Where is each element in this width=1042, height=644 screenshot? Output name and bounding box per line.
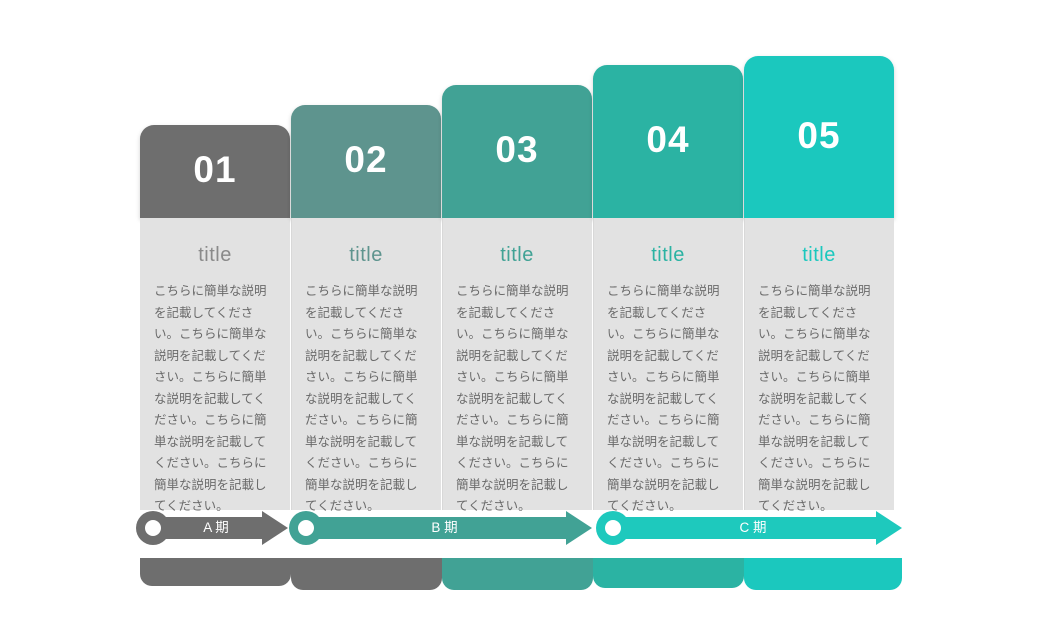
step-number-2: 02 — [344, 139, 388, 180]
step-title-3: title — [500, 244, 534, 266]
step-card-5[interactable]: 05 title こちらに簡単な説明を記載してください。こちらに簡単な説明を記載… — [744, 56, 894, 513]
step-card-header-5: 05 — [744, 56, 894, 218]
card-divider — [744, 218, 745, 510]
step-card-2[interactable]: 02 title こちらに簡単な説明を記載してください。こちらに簡単な説明を記載… — [291, 105, 441, 513]
step-title-4: title — [651, 244, 685, 266]
step-card-body-2: title こちらに簡単な説明を記載してください。こちらに簡単な説明を記載してく… — [291, 218, 441, 513]
card-divider — [593, 218, 594, 510]
step-number-5: 05 — [797, 114, 841, 156]
timeline-label-b: B 期 — [431, 520, 458, 535]
step-description-4: こちらに簡単な説明を記載してください。こちらに簡単な説明を記載してください。こち… — [607, 284, 720, 513]
footer-segment-4 — [593, 558, 744, 588]
step-description-5: こちらに簡単な説明を記載してください。こちらに簡単な説明を記載してください。こち… — [758, 284, 871, 513]
footer-segment-5 — [744, 558, 902, 590]
step-description-2: こちらに簡単な説明を記載してください。こちらに簡単な説明を記載してください。こち… — [305, 284, 418, 513]
step-card-body-5: title こちらに簡単な説明を記載してください。こちらに簡単な説明を記載してく… — [744, 218, 894, 513]
footer-segment-3 — [442, 558, 593, 590]
timeline-label-a: A 期 — [203, 520, 229, 535]
timeline-arrow-b[interactable]: B 期 — [289, 511, 592, 545]
timeline-label-c: C 期 — [739, 520, 767, 535]
step-card-3[interactable]: 03 title こちらに簡単な説明を記載してください。こちらに簡単な説明を記載… — [442, 85, 592, 513]
step-description-3: こちらに簡単な説明を記載してください。こちらに簡単な説明を記載してください。こち… — [456, 284, 569, 513]
infographic-canvas: 01 title こちらに簡単な説明を記載してください。こちらに簡単な説明を記載… — [0, 0, 1042, 644]
step-card-body-1: title こちらに簡単な説明を記載してください。こちらに簡単な説明を記載してく… — [140, 218, 290, 513]
step-card-header-4: 04 — [593, 65, 743, 218]
step-card-4[interactable]: 04 title こちらに簡単な説明を記載してください。こちらに簡単な説明を記載… — [593, 65, 743, 513]
footer-segment-2 — [291, 558, 442, 590]
step-description-1: こちらに簡単な説明を記載してください。こちらに簡単な説明を記載してください。こち… — [154, 284, 267, 513]
timeline-arrow-c[interactable]: C 期 — [596, 511, 902, 545]
step-number-1: 01 — [193, 149, 237, 190]
step-title-2: title — [349, 244, 383, 266]
step-title-5: title — [802, 244, 836, 266]
card-divider — [291, 218, 292, 510]
card-divider — [442, 218, 443, 510]
step-number-4: 04 — [646, 119, 690, 160]
step-card-body-4: title こちらに簡単な説明を記載してください。こちらに簡単な説明を記載してく… — [593, 218, 743, 513]
step-card-header-1: 01 — [140, 125, 290, 218]
step-card-header-3: 03 — [442, 85, 592, 218]
timeline-arrow-a[interactable]: A 期 — [136, 511, 288, 545]
step-title-1: title — [198, 244, 232, 266]
step-card-1[interactable]: 01 title こちらに簡単な説明を記載してください。こちらに簡単な説明を記載… — [140, 125, 290, 513]
footer-segment-1 — [140, 558, 291, 586]
step-number-3: 03 — [495, 129, 539, 170]
step-card-body-3: title こちらに簡単な説明を記載してください。こちらに簡単な説明を記載してく… — [442, 218, 592, 513]
step-card-header-2: 02 — [291, 105, 441, 218]
